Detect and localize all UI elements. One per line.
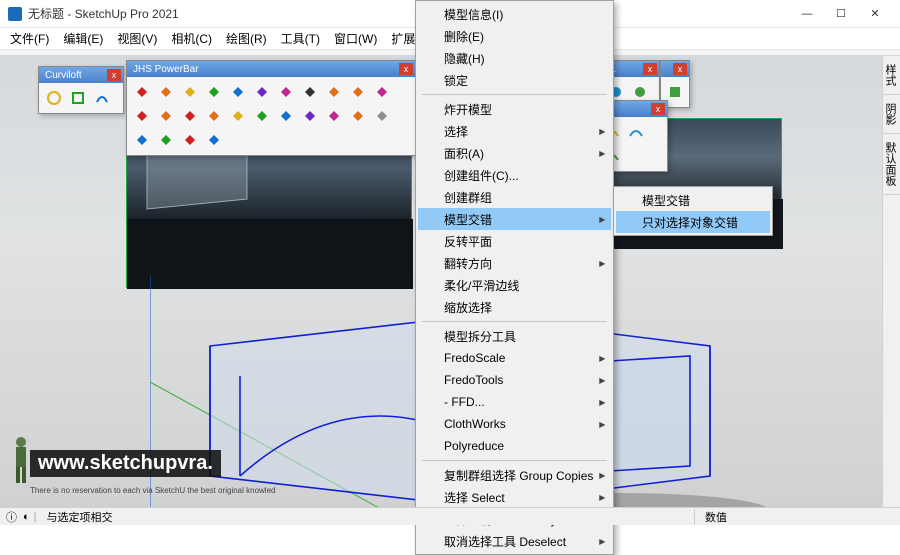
menu-item[interactable]: 编辑(E)	[57, 28, 109, 49]
close-icon[interactable]: x	[673, 63, 687, 75]
close-icon[interactable]: x	[107, 69, 121, 81]
close-icon[interactable]: x	[399, 63, 413, 75]
menu-item[interactable]: 锁定	[418, 69, 611, 91]
tool-icon[interactable]	[275, 81, 297, 103]
tool-icon[interactable]	[203, 81, 225, 103]
close-icon[interactable]: x	[643, 63, 657, 75]
tool-icon[interactable]	[299, 81, 321, 103]
toolbar-curviloft-title: Curviloft	[41, 70, 106, 81]
menu-item[interactable]: 炸开模型	[418, 98, 611, 120]
menu-item[interactable]: 创建组件(C)...	[418, 164, 611, 186]
tool-icon[interactable]	[275, 105, 297, 127]
menu-item[interactable]: Polyreduce	[418, 435, 611, 457]
tool-icon[interactable]	[155, 129, 177, 151]
close-icon[interactable]: x	[651, 103, 665, 115]
menu-item[interactable]: 模型拆分工具	[418, 325, 611, 347]
watermark-text: www.sketchupvra.	[30, 450, 221, 477]
tool-icon[interactable]	[347, 81, 369, 103]
menu-item[interactable]: - FFD...	[418, 391, 611, 413]
tool-icon[interactable]	[251, 105, 273, 127]
menu-item[interactable]: 复制群组选择 Group Copies	[418, 464, 611, 486]
context-menu[interactable]: 模型信息(I)删除(E)隐藏(H)锁定炸开模型选择面积(A)创建组件(C)...…	[415, 0, 614, 555]
menu-item[interactable]: 窗口(W)	[328, 28, 383, 49]
menu-item[interactable]: 翻转方向	[418, 252, 611, 274]
menu-item[interactable]: 选择	[418, 120, 611, 142]
menu-item[interactable]: 只对选择对象交错	[616, 211, 770, 233]
window-title: 无标题 - SketchUp Pro 2021	[28, 5, 790, 22]
tool-icon[interactable]	[155, 81, 177, 103]
menu-item[interactable]: FredoTools	[418, 369, 611, 391]
menu-item[interactable]: 隐藏(H)	[418, 47, 611, 69]
maximize-button[interactable]: ☐	[824, 3, 858, 25]
toolbar-curviloft[interactable]: Curviloftx	[38, 66, 124, 114]
menu-item[interactable]: 面积(A)	[418, 142, 611, 164]
menu-item[interactable]: 创建群组	[418, 186, 611, 208]
tool-icon[interactable]	[227, 105, 249, 127]
tool-icon[interactable]	[155, 105, 177, 127]
vcard-label: 数值	[705, 512, 727, 524]
tool-icon[interactable]	[131, 105, 153, 127]
menu-item[interactable]: 模型交错	[418, 208, 611, 230]
app-icon	[8, 7, 22, 21]
tool-icon[interactable]	[665, 81, 685, 103]
tool-icon[interactable]	[131, 129, 153, 151]
watermark-sub: There is no reservation to each via Sket…	[30, 486, 275, 495]
tool-icon[interactable]	[91, 87, 113, 109]
menu-item[interactable]: FredoScale	[418, 347, 611, 369]
menu-item[interactable]: 相机(C)	[165, 28, 218, 49]
tool-icon[interactable]	[131, 81, 153, 103]
info-icon[interactable]: ◐	[23, 511, 30, 523]
statusbar: ⓘ ◐ | 与选定项相交 数值	[0, 507, 900, 525]
tool-icon[interactable]	[179, 129, 201, 151]
status-hint: 与选定项相交	[37, 509, 694, 525]
tool-icon[interactable]	[67, 87, 89, 109]
tool-icon[interactable]	[323, 81, 345, 103]
minimize-button[interactable]: —	[790, 3, 824, 25]
menu-item[interactable]: ClothWorks	[418, 413, 611, 435]
tool-icon[interactable]	[179, 105, 201, 127]
menu-item[interactable]: 缩放选择	[418, 296, 611, 318]
menu-item[interactable]: 删除(E)	[418, 25, 611, 47]
menu-item[interactable]: 选择 Select	[418, 486, 611, 508]
menu-item[interactable]: 模型信息(I)	[418, 3, 611, 25]
tool-icon[interactable]	[43, 87, 65, 109]
tool-icon[interactable]	[203, 105, 225, 127]
tool-icon[interactable]	[227, 81, 249, 103]
menu-item[interactable]: 取消选择工具 Deselect	[418, 530, 611, 552]
tool-icon[interactable]	[625, 121, 647, 143]
tool-icon[interactable]	[371, 105, 393, 127]
tool-icon[interactable]	[203, 129, 225, 151]
tool-icon[interactable]	[371, 81, 393, 103]
tool-icon[interactable]	[347, 105, 369, 127]
menu-item[interactable]: 反转平面	[418, 230, 611, 252]
side-tab[interactable]: 默认面板	[883, 134, 900, 195]
help-icon[interactable]: ⓘ	[6, 509, 17, 525]
tool-icon[interactable]	[299, 105, 321, 127]
menu-item[interactable]: 工具(T)	[275, 28, 326, 49]
menu-item[interactable]: 视图(V)	[111, 28, 163, 49]
side-panel-tabs[interactable]: 样式阴影默认面板	[882, 56, 900, 507]
close-button[interactable]: ✕	[858, 3, 892, 25]
menu-item[interactable]: 模型交错	[616, 189, 770, 211]
menu-item[interactable]: 柔化/平滑边线	[418, 274, 611, 296]
scale-figure	[10, 435, 32, 485]
toolbar-jhs-title: JHS PowerBar	[129, 64, 398, 75]
menu-item[interactable]: 绘图(R)	[220, 28, 273, 49]
menu-item[interactable]: 文件(F)	[4, 28, 55, 49]
tool-icon[interactable]	[251, 81, 273, 103]
tool-icon[interactable]	[179, 81, 201, 103]
toolbar-jhs-powerbar[interactable]: JHS PowerBarx	[126, 60, 416, 156]
tool-icon[interactable]	[323, 105, 345, 127]
side-tab[interactable]: 样式	[883, 56, 900, 95]
side-tab[interactable]: 阴影	[883, 95, 900, 134]
window-buttons: — ☐ ✕	[790, 3, 892, 25]
context-submenu[interactable]: 模型交错只对选择对象交错	[613, 186, 773, 236]
